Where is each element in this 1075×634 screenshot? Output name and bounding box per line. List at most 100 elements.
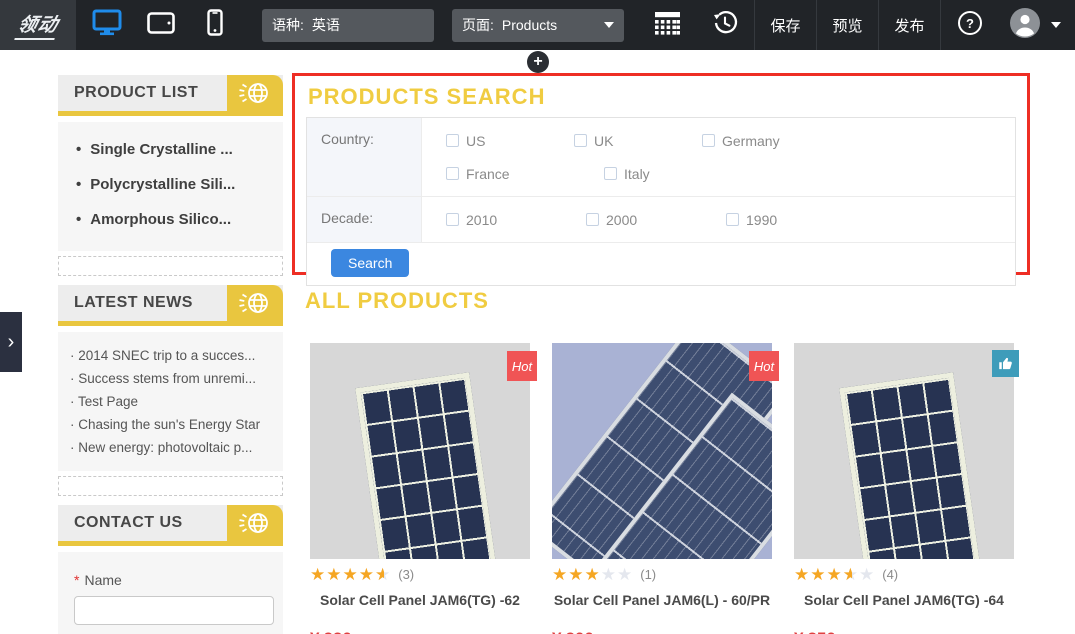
account-menu[interactable] xyxy=(999,7,1075,44)
globe-rays-icon xyxy=(237,508,273,543)
checkbox-label: Germany xyxy=(722,133,780,149)
star-icon: ★ xyxy=(375,566,391,583)
product-card[interactable]: Hot ★★★★★ (1) Solar Cell Panel JAM6(L) -… xyxy=(552,343,772,634)
tablet-icon xyxy=(147,12,175,39)
checkbox-label: UK xyxy=(594,133,613,149)
currency-symbol: ¥ xyxy=(794,629,803,634)
checkbox-icon xyxy=(446,134,459,147)
checkbox-icon xyxy=(574,134,587,147)
main-content: + PRODUCTS SEARCH Country: US UK Germany F… xyxy=(292,50,1030,634)
publish-button[interactable]: 发布 xyxy=(879,0,940,50)
star-icon: ★ xyxy=(359,566,375,583)
product-list-header: PRODUCT LIST xyxy=(58,75,283,116)
save-button[interactable]: 保存 xyxy=(755,0,816,50)
add-section-button[interactable]: + xyxy=(527,51,549,73)
checkbox-icon xyxy=(446,213,459,226)
preview-button[interactable]: 预览 xyxy=(817,0,878,50)
country-checkbox-italy[interactable]: Italy xyxy=(604,166,650,182)
solar-panel-photo xyxy=(794,343,1014,559)
product-card[interactable]: ★★★★★ (4) Solar Cell Panel JAM6(TG) -64 … xyxy=(794,343,1014,634)
star-icon: ★ xyxy=(859,566,875,583)
product-image[interactable] xyxy=(794,343,1014,559)
country-label: Country: xyxy=(307,118,422,196)
decade-checkbox-2000[interactable]: 2000 xyxy=(586,212,726,228)
name-field[interactable] xyxy=(74,596,274,625)
grid-layout-button[interactable] xyxy=(638,0,696,50)
app-logo[interactable]: 领动 xyxy=(0,0,76,50)
solar-panel-photo xyxy=(552,343,772,559)
star-rating-icons: ★★★★★ xyxy=(794,566,875,583)
globe-badge[interactable] xyxy=(227,75,283,116)
sidebar-product-category-link[interactable]: Polycrystalline Sili... xyxy=(70,167,275,202)
phone-view-button[interactable] xyxy=(198,8,232,42)
thumbs-up-badge xyxy=(992,350,1019,377)
name-field-label: *Name xyxy=(74,572,267,588)
country-checkbox-us[interactable]: US xyxy=(446,133,574,149)
all-products-title: ALL PRODUCTS xyxy=(305,288,1030,314)
star-icon: ★ xyxy=(552,566,568,583)
sidebar-news-link[interactable]: New energy: photovoltaic p... xyxy=(70,436,275,459)
panel-expand-tab[interactable]: › xyxy=(0,312,22,372)
toolbar-actions: 保存 预览 发布 ? xyxy=(638,0,1075,50)
sidebar-news-link[interactable]: 2014 SNEC trip to a succes... xyxy=(70,344,275,367)
product-image[interactable]: Hot xyxy=(310,343,530,559)
empty-widget-placeholder[interactable] xyxy=(58,256,283,276)
page-value: Products xyxy=(502,17,557,33)
country-checkbox-france[interactable]: France xyxy=(446,166,604,182)
country-checkbox-uk[interactable]: UK xyxy=(574,133,702,149)
price-amount: 200 xyxy=(565,629,593,634)
contact-us-header: CONTACT US xyxy=(58,505,283,546)
decade-checkbox-2010[interactable]: 2010 xyxy=(446,212,586,228)
star-icon: ★ xyxy=(601,566,617,583)
page-selector[interactable]: 页面: Products xyxy=(452,9,624,42)
svg-text:?: ? xyxy=(966,16,974,31)
sidebar-product-category-link[interactable]: Amorphous Silico... xyxy=(70,202,275,237)
product-price: ¥200 xyxy=(552,629,772,634)
products-search-title: PRODUCTS SEARCH xyxy=(308,84,1027,110)
review-count: (4) xyxy=(882,567,898,582)
language-label: 语种: xyxy=(272,15,304,35)
country-checkbox-germany[interactable]: Germany xyxy=(702,133,780,149)
empty-widget-placeholder[interactable] xyxy=(58,476,283,496)
checkbox-icon xyxy=(586,213,599,226)
history-button[interactable] xyxy=(696,0,754,50)
search-button[interactable]: Search xyxy=(331,249,409,277)
review-count: (1) xyxy=(640,567,656,582)
checkbox-label: 2000 xyxy=(606,212,637,228)
decade-label: Decade: xyxy=(307,197,422,242)
latest-news-box: 2014 SNEC trip to a succes...Success ste… xyxy=(58,332,283,471)
product-name[interactable]: Solar Cell Panel JAM6(TG) -64 xyxy=(794,592,1014,608)
sidebar-news-link[interactable]: Success stems from unremi... xyxy=(70,367,275,390)
star-icon: ★ xyxy=(310,566,326,583)
desktop-view-button[interactable] xyxy=(90,8,124,42)
product-card[interactable]: Hot ★★★★★ (3) Solar Cell Panel JAM6(TG) … xyxy=(310,343,530,634)
page-sidebar: PRODUCT LIST Single Crystalline ...Polyc… xyxy=(58,75,283,634)
product-rating: ★★★★★ (1) xyxy=(552,566,772,583)
product-name[interactable]: Solar Cell Panel JAM6(TG) -62 xyxy=(310,592,530,608)
chevron-down-icon xyxy=(1051,22,1061,28)
product-rating: ★★★★★ (3) xyxy=(310,566,530,583)
globe-badge[interactable] xyxy=(227,505,283,546)
tablet-view-button[interactable] xyxy=(144,8,178,42)
chevron-right-icon: › xyxy=(8,331,15,354)
contact-form: *Name *Email xyxy=(58,552,283,634)
sidebar-product-category-link[interactable]: Single Crystalline ... xyxy=(70,132,275,167)
products-search-section[interactable]: PRODUCTS SEARCH Country: US UK Germany Fra… xyxy=(292,73,1030,275)
product-name[interactable]: Solar Cell Panel JAM6(L) - 60/PR xyxy=(552,592,772,608)
question-circle-icon: ? xyxy=(957,10,983,41)
required-mark: * xyxy=(74,572,79,588)
help-button[interactable]: ? xyxy=(941,0,999,50)
currency-symbol: ¥ xyxy=(310,629,319,634)
star-icon: ★ xyxy=(585,566,601,583)
sidebar-news-link[interactable]: Chasing the sun's Energy Star xyxy=(70,413,275,436)
editor-canvas: › PRODUCT LIST Single xyxy=(0,50,1075,634)
sidebar-news-link[interactable]: Test Page xyxy=(70,390,275,413)
globe-badge[interactable] xyxy=(227,285,283,326)
decade-checkbox-1990[interactable]: 1990 xyxy=(726,212,777,228)
checkbox-icon xyxy=(604,167,617,180)
language-selector[interactable]: 语种: 英语 xyxy=(262,9,434,42)
smartphone-icon xyxy=(207,9,223,41)
user-avatar-icon xyxy=(1009,7,1041,44)
star-icon: ★ xyxy=(343,566,359,583)
product-image[interactable]: Hot xyxy=(552,343,772,559)
